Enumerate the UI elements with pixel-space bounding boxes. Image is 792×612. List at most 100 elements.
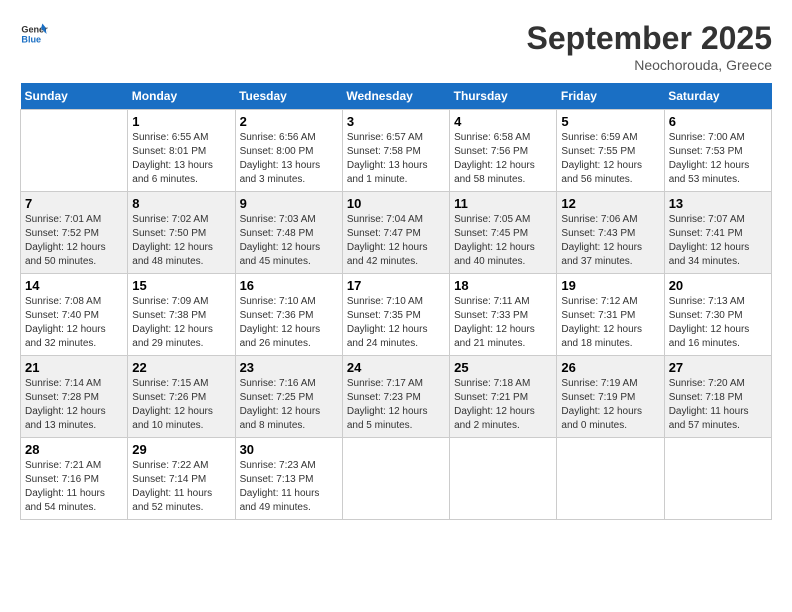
calendar-cell: 17Sunrise: 7:10 AMSunset: 7:35 PMDayligh…: [342, 274, 449, 356]
calendar-cell: 10Sunrise: 7:04 AMSunset: 7:47 PMDayligh…: [342, 192, 449, 274]
calendar-cell: [664, 438, 771, 520]
day-number: 2: [240, 114, 338, 129]
calendar-cell: 18Sunrise: 7:11 AMSunset: 7:33 PMDayligh…: [450, 274, 557, 356]
day-header-thursday: Thursday: [450, 83, 557, 110]
day-info: Sunrise: 7:23 AMSunset: 7:13 PMDaylight:…: [240, 459, 338, 515]
day-number: 13: [669, 196, 767, 211]
week-row-4: 21 Sunrise: 7:14 AMSunset: 7:28 PMDayligh…: [21, 356, 772, 438]
calendar-cell: 12 Sunrise: 7:06 AMSunset: 7:43 PMDayligh…: [557, 192, 664, 274]
day-number: 14: [25, 278, 123, 293]
calendar-cell: [450, 438, 557, 520]
day-number: 7: [25, 196, 123, 211]
calendar-cell: 11 Sunrise: 7:05 AMSunset: 7:45 PMDayligh…: [450, 192, 557, 274]
day-number: 23: [240, 360, 338, 375]
day-number: 21: [25, 360, 123, 375]
day-info: Sunrise: 7:09 AMSunset: 7:38 PMDaylight:…: [132, 295, 230, 351]
calendar-cell: 29 Sunrise: 7:22 AMSunset: 7:14 PMDayligh…: [128, 438, 235, 520]
day-header-saturday: Saturday: [664, 83, 771, 110]
day-number: 25: [454, 360, 552, 375]
day-info: Sunrise: 7:08 AMSunset: 7:40 PMDaylight:…: [25, 295, 123, 351]
day-info: Sunrise: 7:13 AMSunset: 7:30 PMDaylight:…: [669, 295, 767, 351]
calendar-header-row: SundayMondayTuesdayWednesdayThursdayFrid…: [21, 83, 772, 110]
page-header: General Blue September 2025 Neochorouda,…: [20, 20, 772, 73]
day-header-monday: Monday: [128, 83, 235, 110]
day-number: 30: [240, 442, 338, 457]
week-row-1: 1Sunrise: 6:55 AMSunset: 8:01 PMDaylight…: [21, 110, 772, 192]
calendar-cell: 6 Sunrise: 7:00 AMSunset: 7:53 PMDaylight…: [664, 110, 771, 192]
day-info: Sunrise: 7:14 AMSunset: 7:28 PMDaylight:…: [25, 377, 123, 433]
calendar-table: SundayMondayTuesdayWednesdayThursdayFrid…: [20, 83, 772, 520]
day-header-wednesday: Wednesday: [342, 83, 449, 110]
day-number: 18: [454, 278, 552, 293]
calendar-cell: 15Sunrise: 7:09 AMSunset: 7:38 PMDayligh…: [128, 274, 235, 356]
day-number: 28: [25, 442, 123, 457]
day-number: 3: [347, 114, 445, 129]
svg-text:Blue: Blue: [21, 34, 41, 44]
day-info: Sunrise: 6:57 AMSunset: 7:58 PMDaylight:…: [347, 131, 445, 187]
calendar-cell: 20 Sunrise: 7:13 AMSunset: 7:30 PMDayligh…: [664, 274, 771, 356]
calendar-cell: 21 Sunrise: 7:14 AMSunset: 7:28 PMDayligh…: [21, 356, 128, 438]
day-header-friday: Friday: [557, 83, 664, 110]
calendar-cell: 23 Sunrise: 7:16 AMSunset: 7:25 PMDayligh…: [235, 356, 342, 438]
day-number: 10: [347, 196, 445, 211]
day-info: Sunrise: 7:15 AMSunset: 7:26 PMDaylight:…: [132, 377, 230, 433]
day-info: Sunrise: 7:18 AMSunset: 7:21 PMDaylight:…: [454, 377, 552, 433]
day-info: Sunrise: 7:22 AMSunset: 7:14 PMDaylight:…: [132, 459, 230, 515]
calendar-cell: 8 Sunrise: 7:02 AMSunset: 7:50 PMDaylight…: [128, 192, 235, 274]
day-info: Sunrise: 7:00 AMSunset: 7:53 PMDaylight:…: [669, 131, 767, 187]
day-info: Sunrise: 6:55 AMSunset: 8:01 PMDaylight:…: [132, 131, 230, 187]
day-number: 22: [132, 360, 230, 375]
day-number: 8: [132, 196, 230, 211]
week-row-3: 14 Sunrise: 7:08 AMSunset: 7:40 PMDayligh…: [21, 274, 772, 356]
day-number: 16: [240, 278, 338, 293]
day-number: 12: [561, 196, 659, 211]
day-number: 11: [454, 196, 552, 211]
day-info: Sunrise: 6:58 AMSunset: 7:56 PMDaylight:…: [454, 131, 552, 187]
day-info: Sunrise: 6:56 AMSunset: 8:00 PMDaylight:…: [240, 131, 338, 187]
day-number: 26: [561, 360, 659, 375]
day-number: 6: [669, 114, 767, 129]
calendar-cell: 26 Sunrise: 7:19 AMSunset: 7:19 PMDayligh…: [557, 356, 664, 438]
day-info: Sunrise: 7:02 AMSunset: 7:50 PMDaylight:…: [132, 213, 230, 269]
calendar-cell: [21, 110, 128, 192]
calendar-cell: 2 Sunrise: 6:56 AMSunset: 8:00 PMDaylight…: [235, 110, 342, 192]
day-info: Sunrise: 7:17 AMSunset: 7:23 PMDaylight:…: [347, 377, 445, 433]
calendar-cell: 25 Sunrise: 7:18 AMSunset: 7:21 PMDayligh…: [450, 356, 557, 438]
day-info: Sunrise: 7:20 AMSunset: 7:18 PMDaylight:…: [669, 377, 767, 433]
day-info: Sunrise: 7:10 AMSunset: 7:36 PMDaylight:…: [240, 295, 338, 351]
day-number: 29: [132, 442, 230, 457]
day-info: Sunrise: 7:03 AMSunset: 7:48 PMDaylight:…: [240, 213, 338, 269]
day-header-tuesday: Tuesday: [235, 83, 342, 110]
calendar-cell: [557, 438, 664, 520]
calendar-cell: [342, 438, 449, 520]
day-info: Sunrise: 7:07 AMSunset: 7:41 PMDaylight:…: [669, 213, 767, 269]
day-number: 20: [669, 278, 767, 293]
calendar-cell: 4 Sunrise: 6:58 AMSunset: 7:56 PMDaylight…: [450, 110, 557, 192]
week-row-2: 7 Sunrise: 7:01 AMSunset: 7:52 PMDaylight…: [21, 192, 772, 274]
day-number: 19: [561, 278, 659, 293]
day-info: Sunrise: 7:19 AMSunset: 7:19 PMDaylight:…: [561, 377, 659, 433]
calendar-body: 1Sunrise: 6:55 AMSunset: 8:01 PMDaylight…: [21, 110, 772, 520]
day-number: 24: [347, 360, 445, 375]
calendar-cell: 5Sunrise: 6:59 AMSunset: 7:55 PMDaylight…: [557, 110, 664, 192]
location: Neochorouda, Greece: [527, 57, 772, 73]
day-number: 9: [240, 196, 338, 211]
day-info: Sunrise: 7:05 AMSunset: 7:45 PMDaylight:…: [454, 213, 552, 269]
calendar-cell: 30 Sunrise: 7:23 AMSunset: 7:13 PMDayligh…: [235, 438, 342, 520]
day-info: Sunrise: 7:10 AMSunset: 7:35 PMDaylight:…: [347, 295, 445, 351]
calendar-cell: 7 Sunrise: 7:01 AMSunset: 7:52 PMDaylight…: [21, 192, 128, 274]
calendar-cell: 9 Sunrise: 7:03 AMSunset: 7:48 PMDaylight…: [235, 192, 342, 274]
day-number: 4: [454, 114, 552, 129]
week-row-5: 28Sunrise: 7:21 AMSunset: 7:16 PMDayligh…: [21, 438, 772, 520]
calendar-cell: 14 Sunrise: 7:08 AMSunset: 7:40 PMDayligh…: [21, 274, 128, 356]
calendar-cell: 28Sunrise: 7:21 AMSunset: 7:16 PMDayligh…: [21, 438, 128, 520]
calendar-cell: 3 Sunrise: 6:57 AMSunset: 7:58 PMDaylight…: [342, 110, 449, 192]
calendar-cell: 16 Sunrise: 7:10 AMSunset: 7:36 PMDayligh…: [235, 274, 342, 356]
day-number: 5: [561, 114, 659, 129]
calendar-cell: 24 Sunrise: 7:17 AMSunset: 7:23 PMDayligh…: [342, 356, 449, 438]
day-info: Sunrise: 7:01 AMSunset: 7:52 PMDaylight:…: [25, 213, 123, 269]
calendar-cell: 27Sunrise: 7:20 AMSunset: 7:18 PMDayligh…: [664, 356, 771, 438]
day-info: Sunrise: 7:16 AMSunset: 7:25 PMDaylight:…: [240, 377, 338, 433]
title-block: September 2025 Neochorouda, Greece: [527, 20, 772, 73]
day-info: Sunrise: 7:06 AMSunset: 7:43 PMDaylight:…: [561, 213, 659, 269]
